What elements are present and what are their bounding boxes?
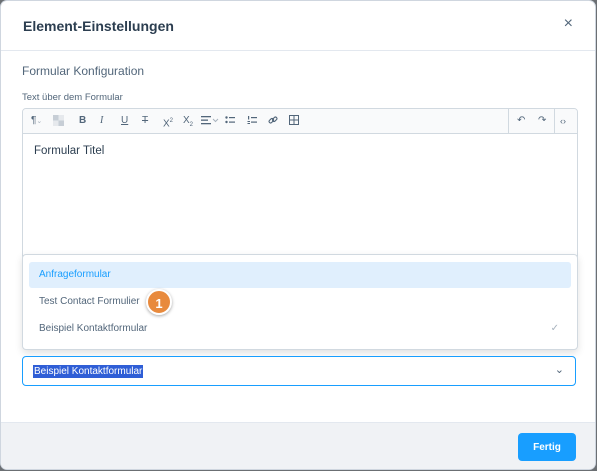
- bullet-list-icon[interactable]: [225, 115, 235, 129]
- dialog-header: Element-Einstellungen ×: [1, 1, 595, 51]
- undo-icon[interactable]: ↶: [517, 114, 525, 128]
- numbered-list-icon[interactable]: [247, 115, 257, 129]
- toolbar-divider: [508, 109, 509, 133]
- option-label: Anfrageformular: [39, 269, 111, 280]
- strikethrough-icon[interactable]: T: [142, 114, 148, 128]
- superscript-icon[interactable]: X2: [163, 114, 173, 130]
- option-label: Test Contact Formulier: [39, 296, 140, 307]
- settings-dialog: Element-Einstellungen × Formular Konfigu…: [1, 1, 595, 469]
- section-title: Formular Konfiguration: [22, 64, 145, 78]
- table-icon[interactable]: [289, 115, 299, 129]
- option-label: Beispiel Kontaktformular: [39, 323, 148, 334]
- underline-icon[interactable]: U: [121, 114, 128, 128]
- toolbar-divider: [554, 109, 555, 133]
- chevron-down-icon: ⌄: [554, 364, 564, 376]
- dropdown-option[interactable]: Beispiel Kontaktformular ✓: [29, 316, 571, 342]
- link-icon[interactable]: [268, 115, 278, 129]
- form-select-dropdown: Anfrageformular Test Contact Formulier B…: [22, 254, 578, 350]
- bold-icon[interactable]: B: [79, 114, 86, 128]
- editor-toolbar: ¶⌄ B I U T X2 X2 ↶ ↷ ‹›: [23, 109, 577, 134]
- paragraph-format-icon[interactable]: ¶⌄: [31, 114, 42, 128]
- form-select[interactable]: Beispiel Kontaktformular ⌄: [22, 356, 576, 386]
- code-view-icon[interactable]: ‹›: [560, 114, 566, 128]
- rich-text-editor[interactable]: ¶⌄ B I U T X2 X2 ↶ ↷ ‹› Formular Titel: [22, 108, 578, 260]
- editor-label: Text über dem Formular: [22, 92, 123, 103]
- subscript-icon[interactable]: X2: [183, 114, 193, 128]
- dialog-footer: Fertig: [1, 422, 595, 469]
- done-button[interactable]: Fertig: [518, 433, 576, 461]
- superscript-glyph: X: [163, 118, 170, 130]
- dropdown-option[interactable]: Anfrageformular: [29, 262, 571, 288]
- select-value: Beispiel Kontaktformular: [33, 365, 144, 378]
- checkmark-icon: ✓: [550, 323, 559, 334]
- italic-icon[interactable]: I: [100, 114, 103, 128]
- subscript-glyph: X: [183, 115, 190, 126]
- close-icon[interactable]: ×: [564, 16, 573, 32]
- redo-icon[interactable]: ↷: [538, 114, 546, 128]
- dialog-title: Element-Einstellungen: [23, 18, 174, 34]
- editor-content[interactable]: Formular Titel: [34, 145, 104, 157]
- clear-format-icon[interactable]: [53, 115, 64, 129]
- dropdown-option[interactable]: Test Contact Formulier: [29, 289, 571, 315]
- step-callout-badge: 1: [146, 289, 172, 315]
- align-icon[interactable]: [201, 115, 219, 129]
